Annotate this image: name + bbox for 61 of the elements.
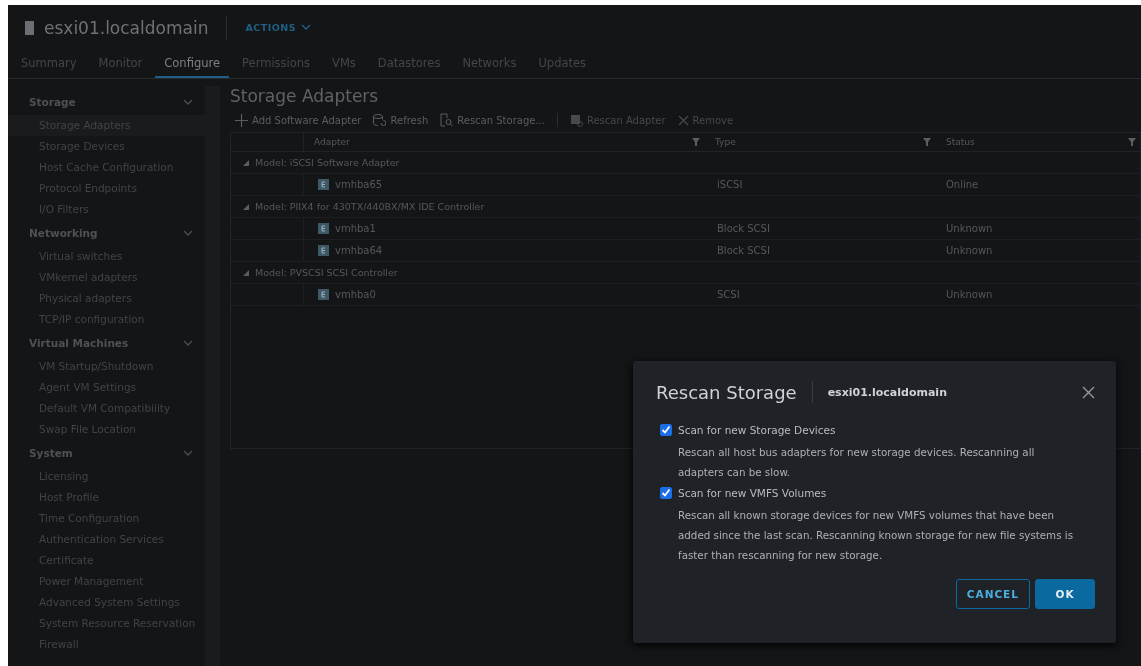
adapter-icon (569, 113, 583, 127)
table-cell: iSCSI (717, 179, 743, 190)
close-icon[interactable] (1082, 385, 1095, 399)
filter-icon[interactable] (692, 138, 700, 146)
table-cell: Online (946, 179, 979, 190)
table-cell: vmhba64 (335, 245, 383, 256)
option-description: Rescan all host bus adapters for new storage devices. Rescanning all adapters can be slow. (678, 445, 1036, 480)
expand-triangle-icon[interactable] (243, 203, 249, 210)
expand-triangle-icon[interactable] (243, 159, 249, 166)
checkbox[interactable] (660, 487, 672, 499)
page-title: Storage Adapters (230, 85, 380, 108)
dialog-button[interactable]: OK (1035, 579, 1095, 609)
table-cell: Block SCSI (717, 245, 770, 256)
dialog-button[interactable]: CANCEL (955, 579, 1030, 609)
chevron-down-icon (301, 24, 312, 31)
table-cell: Unknown (946, 223, 993, 234)
document-search-icon (440, 113, 454, 127)
sidebar-section[interactable]: Networking (8, 220, 205, 246)
column-header[interactable]: Status (946, 137, 975, 147)
sidebar-section[interactable]: System (8, 440, 205, 466)
host-icon (25, 20, 34, 35)
filter-icon[interactable] (923, 138, 931, 146)
actions-menu[interactable]: ACTIONS (245, 22, 312, 33)
adapter-icon (318, 179, 329, 190)
table-cell: Unknown (946, 245, 993, 256)
dialog-subtitle: esxi01.localdomain (827, 385, 947, 399)
option-label: Scan for new VMFS Volumes (678, 487, 827, 499)
chevron-icon (183, 99, 193, 105)
chevron-icon (183, 450, 193, 456)
plus-icon (235, 113, 248, 127)
column-header[interactable]: Adapter (314, 137, 350, 147)
expand-triangle-icon[interactable] (243, 269, 249, 276)
option-description: Rescan all known storage devices for new VMFS volumes that have been added since the last scan. Rescanning known storage for new file systems is faster than rescanning for new storage. (678, 508, 1074, 563)
table-cell: vmhba65 (335, 179, 383, 190)
filter-icon[interactable] (1128, 138, 1136, 146)
option-label: Scan for new Storage Devices (678, 424, 836, 436)
table-cell: Unknown (946, 289, 993, 300)
toolbar-button[interactable]: Rescan Storage... (440, 113, 545, 127)
chevron-icon (183, 230, 193, 236)
host-title: esxi01.localdomain (44, 17, 209, 38)
database-refresh-icon (373, 113, 387, 127)
table-cell: vmhba1 (335, 223, 376, 234)
table-cell: vmhba0 (335, 289, 376, 300)
group-label: Model: iSCSI Software Adapter (255, 157, 400, 168)
group-label: Model: PIIX4 for 430TX/440BX/MX IDE Controller (255, 201, 485, 212)
chevron-icon (183, 340, 193, 346)
adapter-icon (318, 289, 329, 300)
tab[interactable]: Configure (155, 50, 230, 78)
adapter-icon (318, 245, 329, 256)
sidebar-section[interactable]: Virtual Machines (8, 330, 205, 356)
sidebar-section[interactable]: Storage (8, 89, 205, 115)
table-cell: Block SCSI (717, 223, 770, 234)
checkbox[interactable] (660, 424, 672, 436)
adapter-icon (318, 223, 329, 234)
table-cell: SCSI (717, 289, 740, 300)
toolbar-button[interactable]: Refresh (373, 113, 429, 127)
column-header[interactable]: Type (715, 137, 736, 147)
close-icon (677, 114, 689, 126)
group-label: Model: PVSCSI SCSI Controller (255, 267, 398, 278)
dialog-title: Rescan Storage (656, 381, 797, 403)
toolbar-button[interactable]: Add Software Adapter (235, 113, 362, 127)
